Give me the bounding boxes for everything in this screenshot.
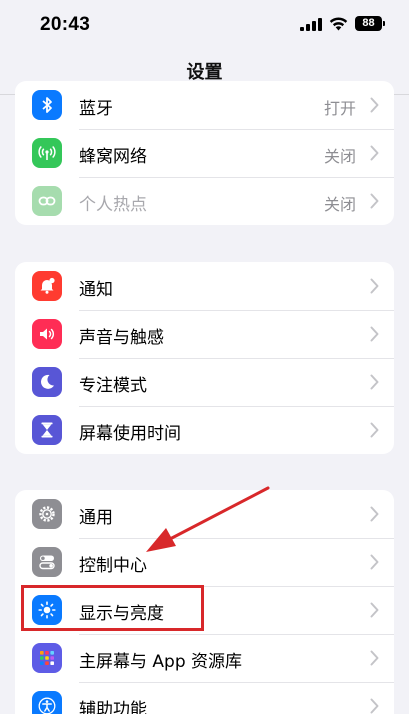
cellular-signal-icon	[300, 18, 322, 31]
settings-row-label: 辅助功能	[79, 700, 147, 714]
hotspot-icon	[32, 186, 62, 216]
chevron-right-icon	[370, 506, 379, 522]
settings-row-bluetooth[interactable]: 蓝牙 打开	[15, 81, 394, 129]
chevron-right-icon	[370, 554, 379, 570]
chevron-right-icon	[370, 698, 379, 714]
settings-row-label: 通知	[79, 280, 113, 300]
gear-icon	[32, 499, 62, 529]
settings-group-connectivity: 蓝牙 打开 蜂窝网络 关闭 个人热点 关闭	[15, 81, 394, 225]
settings-row-value: 关闭	[323, 195, 356, 214]
settings-row-value: 打开	[323, 99, 356, 118]
settings-row-general[interactable]: 通用	[15, 490, 394, 538]
moon-icon	[32, 367, 62, 397]
status-time: 20:43	[40, 14, 91, 35]
wifi-icon	[329, 17, 348, 31]
chevron-right-icon	[370, 97, 379, 113]
settings-row-label: 主屏幕与 App 资源库	[79, 652, 243, 672]
chevron-right-icon	[370, 650, 379, 666]
grid-icon	[32, 643, 62, 673]
settings-row-focus[interactable]: 专注模式	[15, 358, 394, 406]
settings-row-hotspot[interactable]: 个人热点 关闭	[15, 177, 394, 225]
settings-row-cellular[interactable]: 蜂窝网络 关闭	[15, 129, 394, 177]
settings-row-label: 蜂窝网络	[79, 147, 147, 167]
chevron-right-icon	[370, 374, 379, 390]
status-bar: 20:43 88	[0, 0, 409, 48]
settings-row-label: 通用	[79, 508, 113, 528]
battery-indicator: 88	[355, 16, 385, 31]
bluetooth-icon	[32, 90, 62, 120]
settings-row-accessibility[interactable]: 辅助功能	[15, 682, 394, 714]
bell-icon	[32, 271, 62, 301]
settings-row-label: 蓝牙	[79, 99, 113, 119]
cellular-icon	[32, 138, 62, 168]
chevron-right-icon	[370, 326, 379, 342]
settings-row-label: 控制中心	[79, 556, 147, 576]
settings-row-sounds[interactable]: 声音与触感	[15, 310, 394, 358]
settings-row-control-center[interactable]: 控制中心	[15, 538, 394, 586]
chevron-right-icon	[370, 145, 379, 161]
settings-row-label: 个人热点	[79, 195, 147, 215]
chevron-right-icon	[370, 602, 379, 618]
settings-row-label: 专注模式	[79, 376, 147, 396]
chevron-right-icon	[370, 422, 379, 438]
accessibility-icon	[32, 691, 62, 714]
highlight-box	[21, 585, 204, 631]
hourglass-icon	[32, 415, 62, 445]
settings-row-home-screen[interactable]: 主屏幕与 App 资源库	[15, 634, 394, 682]
settings-row-label: 屏幕使用时间	[79, 424, 181, 444]
settings-row-notifications[interactable]: 通知	[15, 262, 394, 310]
settings-row-value: 关闭	[323, 147, 356, 166]
toggles-icon	[32, 547, 62, 577]
speaker-icon	[32, 319, 62, 349]
settings-group-notifications: 通知 声音与触感 专注模式 屏幕使用时间	[15, 262, 394, 454]
settings-row-screen-time[interactable]: 屏幕使用时间	[15, 406, 394, 454]
chevron-right-icon	[370, 193, 379, 209]
chevron-right-icon	[370, 278, 379, 294]
settings-row-label: 声音与触感	[79, 328, 164, 348]
